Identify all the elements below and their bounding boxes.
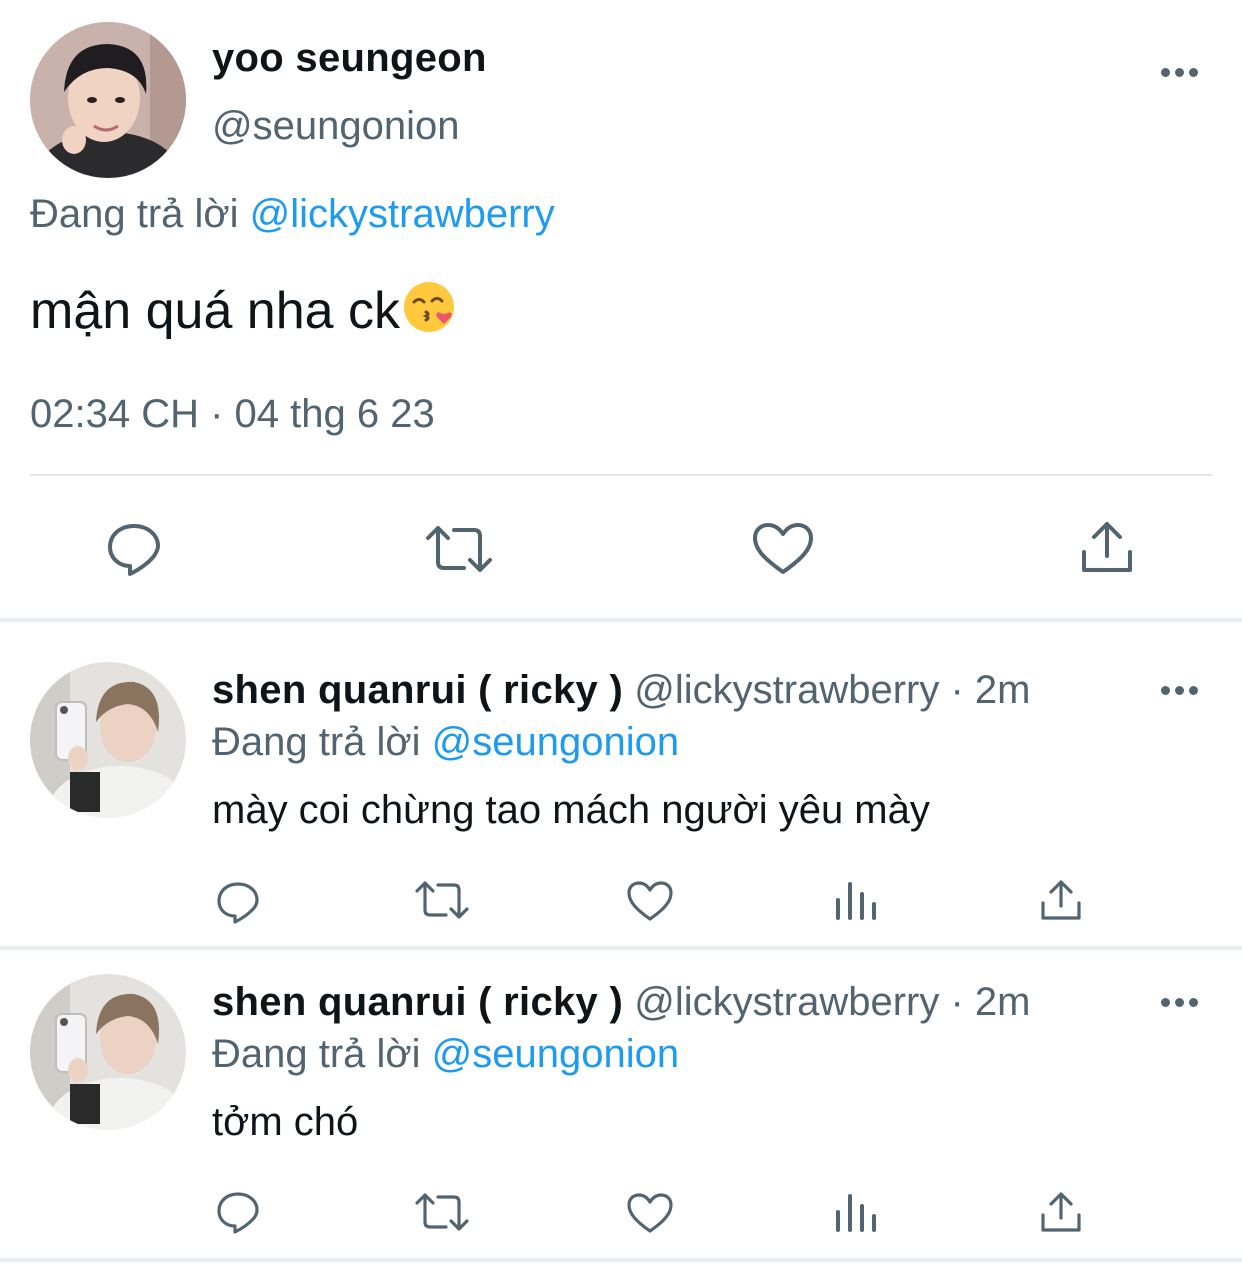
replying-to: Đang trả lời @seungonion: [212, 1032, 679, 1077]
views-icon[interactable]: [834, 1192, 878, 1232]
tweet-text-body: mận quá nha ck: [30, 282, 401, 340]
views-icon[interactable]: [834, 880, 878, 920]
like-icon[interactable]: [626, 1192, 674, 1234]
replying-to: Đang trả lời @lickystrawberry: [30, 192, 555, 237]
mention-link[interactable]: @seungonion: [432, 720, 679, 764]
like-icon[interactable]: [626, 880, 674, 922]
reply-header: shen quanrui ( ricky ) @lickystrawberry …: [212, 668, 1031, 713]
like-icon[interactable]: [752, 522, 814, 576]
face-blowing-kiss-emoji: [404, 282, 455, 332]
retweet-icon[interactable]: [424, 524, 494, 574]
tweet-text: mận quá nha ck: [30, 280, 456, 341]
separator-dot: ·: [950, 668, 964, 712]
retweet-icon[interactable]: [414, 1192, 470, 1232]
tweet-text: mày coi chừng tao mách người yêu mày: [212, 788, 930, 832]
more-icon[interactable]: [1160, 996, 1200, 1008]
author-name[interactable]: shen quanrui ( ricky ): [212, 668, 623, 712]
share-icon[interactable]: [1040, 1190, 1082, 1234]
replying-to-label: Đang trả lời: [212, 1032, 421, 1076]
author-name[interactable]: shen quanrui ( ricky ): [212, 980, 623, 1024]
reply-icon[interactable]: [216, 1190, 260, 1234]
retweet-icon[interactable]: [414, 880, 470, 920]
replying-to-label: Đang trả lời: [30, 192, 239, 236]
author-name[interactable]: yoo seungeon: [212, 36, 487, 81]
separator-dot: ·: [950, 980, 964, 1024]
time-ago[interactable]: 2m: [975, 980, 1031, 1024]
reply-icon[interactable]: [106, 520, 162, 576]
main-tweet: yoo seungeon @seungonion Đang trả lời @l…: [0, 0, 1242, 618]
time-ago[interactable]: 2m: [975, 668, 1031, 712]
more-icon[interactable]: [1160, 66, 1200, 78]
author-handle[interactable]: @lickystrawberry: [634, 668, 939, 712]
mention-link[interactable]: @lickystrawberry: [250, 192, 555, 236]
divider: [30, 474, 1212, 476]
share-icon[interactable]: [1040, 878, 1082, 922]
tweet-timestamp[interactable]: 02:34 CH · 04 thg 6 23: [30, 392, 435, 437]
replying-to-label: Đang trả lời: [212, 720, 421, 764]
share-icon[interactable]: [1080, 520, 1134, 576]
reply-icon[interactable]: [216, 880, 260, 924]
avatar[interactable]: [30, 662, 186, 818]
avatar[interactable]: [30, 22, 186, 178]
more-icon[interactable]: [1160, 684, 1200, 696]
reply-header: shen quanrui ( ricky ) @lickystrawberry …: [212, 980, 1031, 1025]
author-handle[interactable]: @seungonion: [212, 104, 459, 149]
avatar[interactable]: [30, 974, 186, 1130]
mention-link[interactable]: @seungonion: [432, 1032, 679, 1076]
replying-to: Đang trả lời @seungonion: [212, 720, 679, 765]
author-handle[interactable]: @lickystrawberry: [634, 980, 939, 1024]
tweet-text: tởm chó: [212, 1100, 359, 1144]
divider: [0, 1258, 1242, 1262]
